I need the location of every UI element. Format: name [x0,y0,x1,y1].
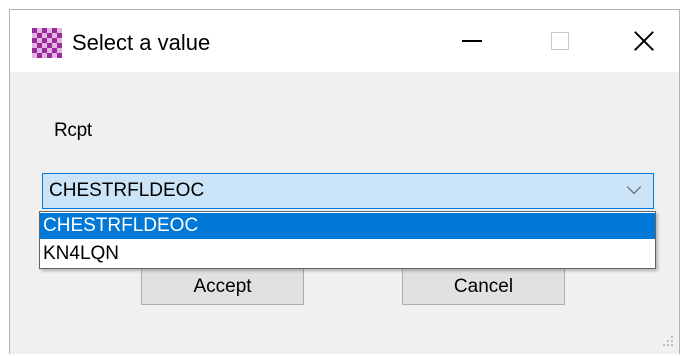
chevron-down-icon[interactable] [626,179,642,195]
dropdown-option-chestrfldeoc[interactable]: CHESTRFLDEOC [40,213,655,239]
window-title: Select a value [72,30,211,55]
resize-grip-icon[interactable] [663,336,675,348]
minimize-icon [462,40,482,42]
dropdown-list: CHESTRFLDEOC KN4LQN [39,211,656,269]
dropdown-option-kn4lqn[interactable]: KN4LQN [40,241,655,267]
minimize-button[interactable] [432,10,512,72]
maximize-icon [551,32,569,50]
rcpt-combobox[interactable]: CHESTRFLDEOC [42,173,654,209]
dialog-window: Select a value Rcpt CHESTRFLDEOC Accept … [9,9,680,354]
maximize-button[interactable] [520,10,600,72]
combobox-selected-value: CHESTRFLDEOC [49,180,205,201]
title-bar[interactable]: Select a value [10,10,679,72]
rcpt-label: Rcpt [54,120,92,141]
close-icon [633,30,655,52]
app-checker-icon [32,28,62,58]
close-button[interactable] [608,10,680,72]
